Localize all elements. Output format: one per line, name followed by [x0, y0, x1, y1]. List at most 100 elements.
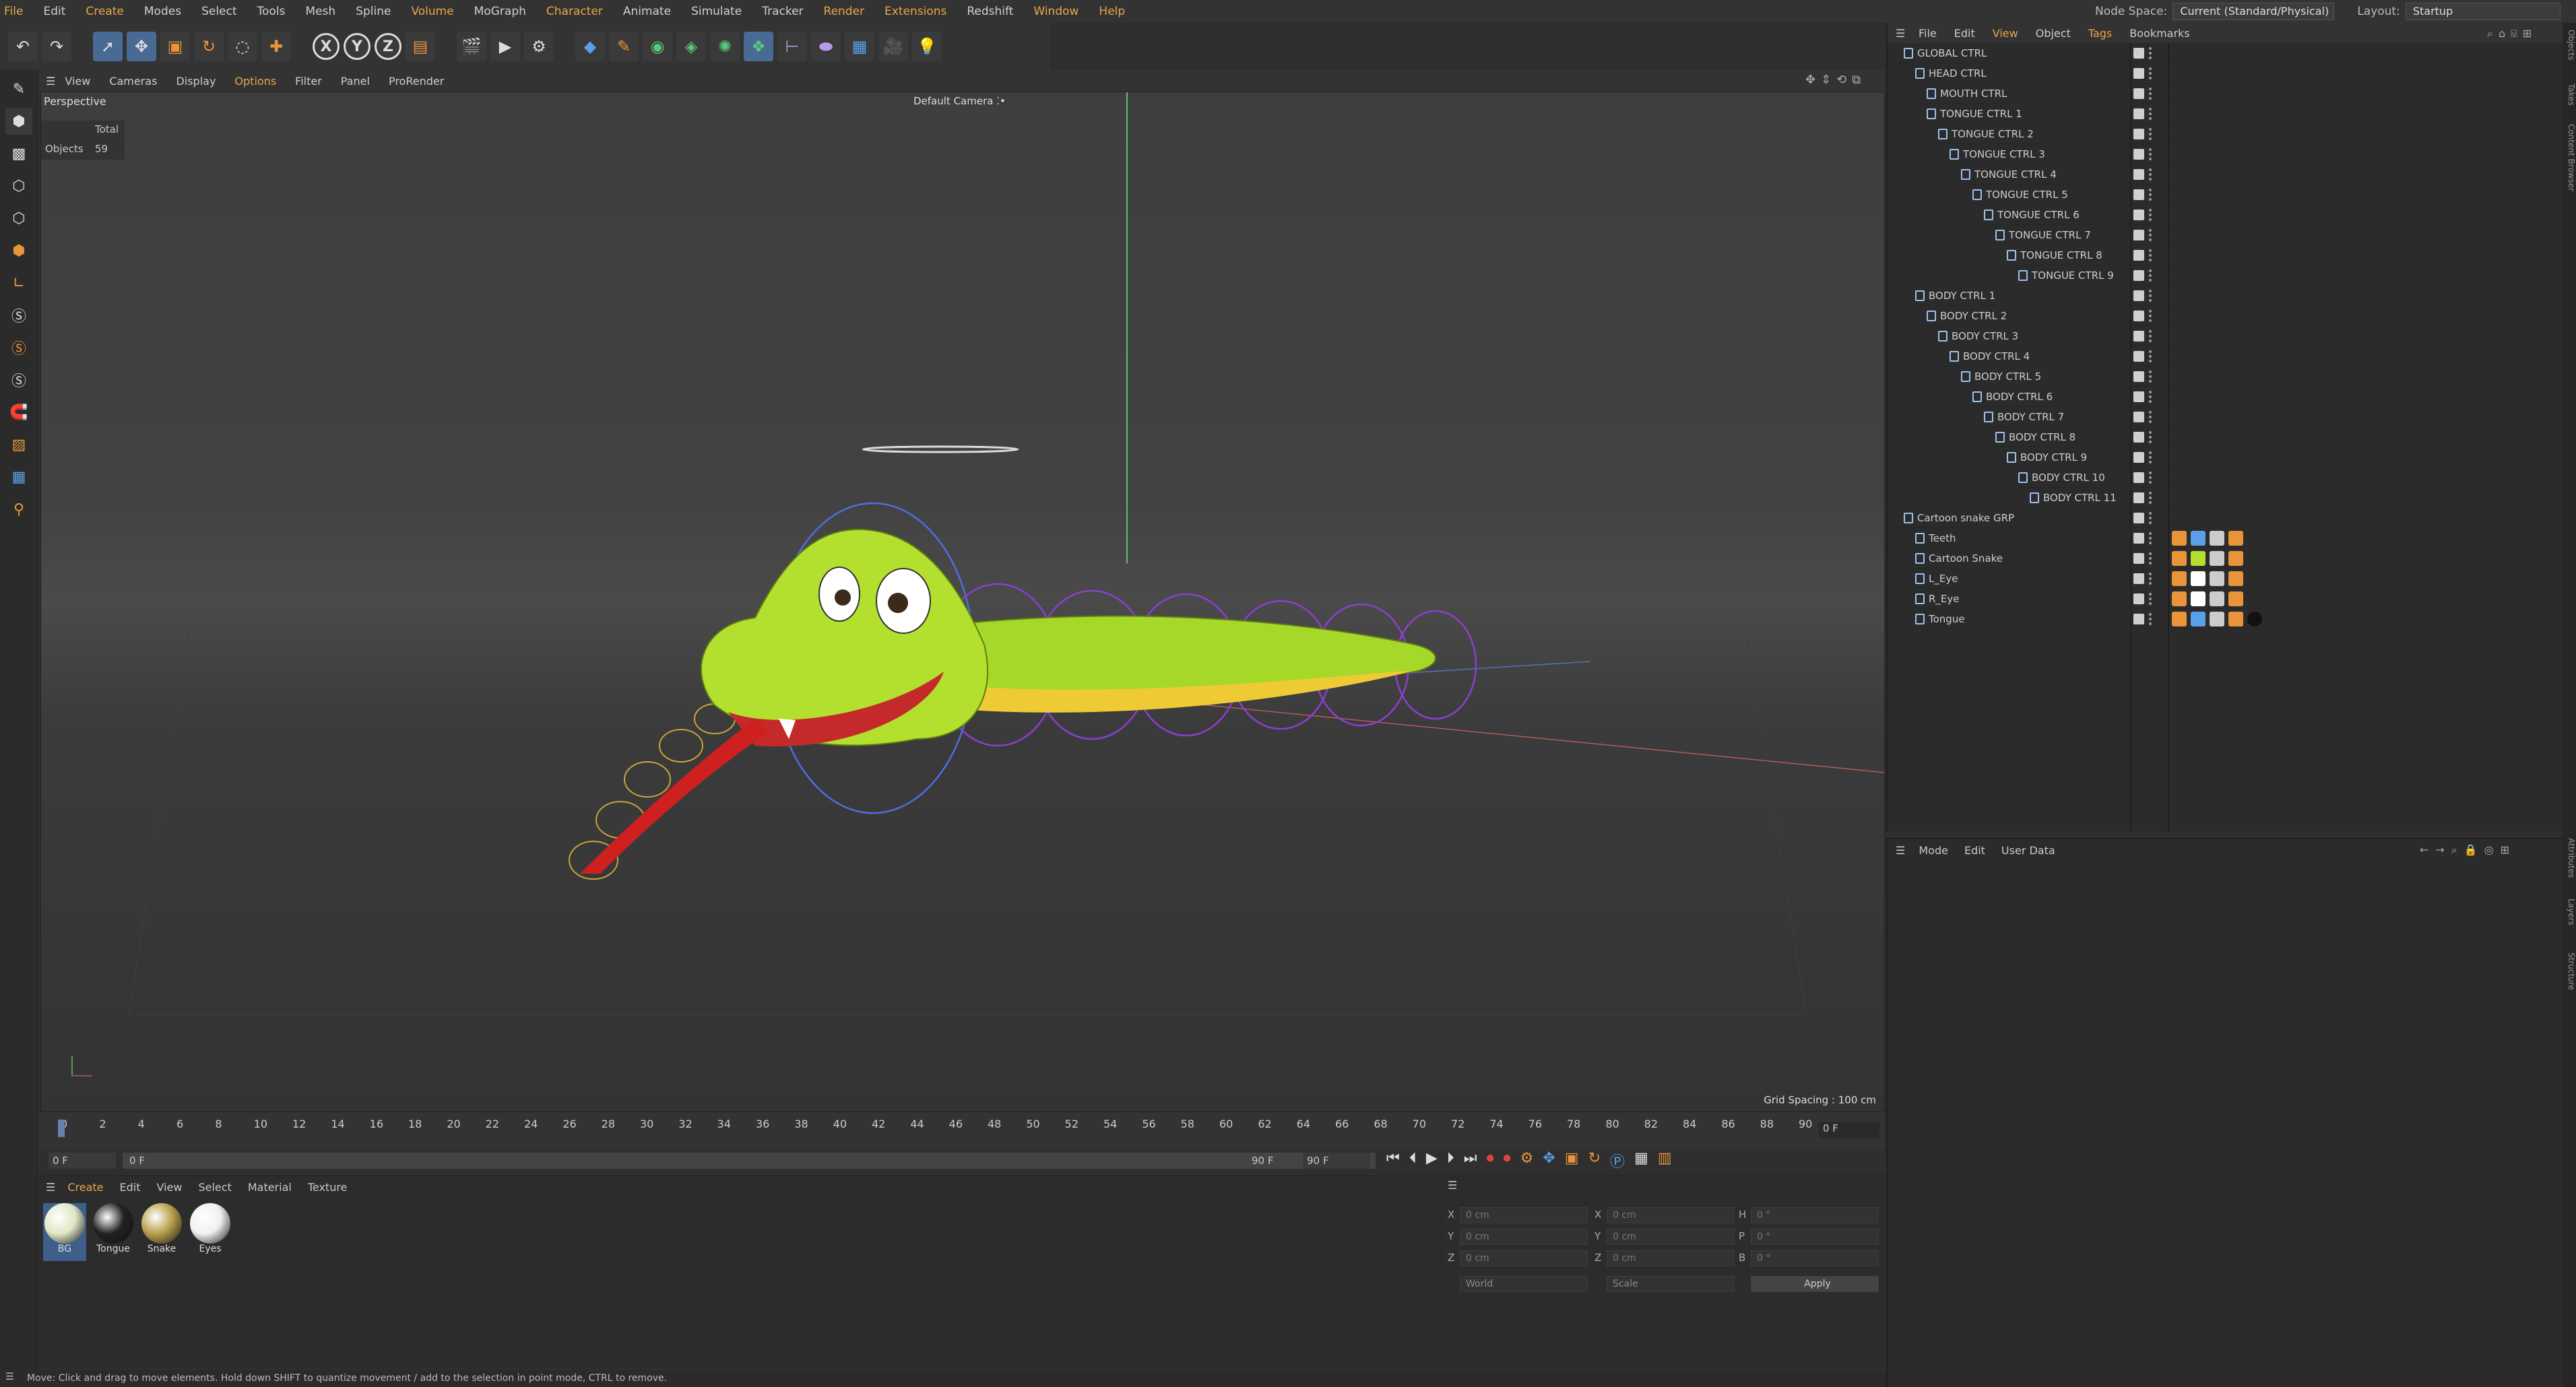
pen-spline-icon[interactable]: ✎	[609, 32, 639, 61]
render-dots-icon[interactable]	[2149, 370, 2152, 383]
object-name[interactable]: Cartoon snake GRP	[1917, 512, 2014, 524]
size-z-field[interactable]: 0 cm	[1607, 1250, 1735, 1266]
object-name[interactable]: TONGUE CTRL 5	[1986, 189, 2068, 201]
autokey-icon[interactable]: ⏺	[1504, 1150, 1511, 1171]
end-frame-field[interactable]: 90 F	[1303, 1153, 1370, 1169]
field-icon[interactable]: ⬬	[811, 32, 841, 61]
object-row[interactable]: TONGUE CTRL 6	[1888, 205, 2563, 225]
object-row[interactable]: BODY CTRL 11	[1888, 488, 2563, 508]
axis-x-button[interactable]: X	[313, 33, 340, 60]
visibility-icon[interactable]	[2133, 209, 2144, 220]
visibility-icon[interactable]	[2133, 148, 2144, 160]
points-mode-icon[interactable]: ⬡	[5, 172, 32, 199]
layout-dropdown[interactable]: Startup	[2405, 3, 2561, 20]
material-tag-icon[interactable]	[2191, 550, 2205, 566]
object-menu-view[interactable]: View	[1993, 27, 2018, 40]
visibility-icon[interactable]	[2133, 573, 2144, 584]
render-dots-icon[interactable]	[2149, 592, 2152, 605]
make-editable-icon[interactable]: ✎	[5, 75, 32, 102]
material-tag-icon[interactable]	[2210, 611, 2224, 626]
cube-icon[interactable]: ◆	[575, 32, 605, 61]
object-name[interactable]: BODY CTRL 8	[2009, 431, 2075, 443]
object-row[interactable]: TONGUE CTRL 5	[1888, 185, 2563, 205]
visibility-icon[interactable]	[2133, 512, 2144, 523]
material-tag-icon[interactable]	[2210, 591, 2224, 606]
render-dots-icon[interactable]	[2149, 87, 2152, 100]
object-menu-file[interactable]: File	[1919, 27, 1937, 40]
object-name[interactable]: BODY CTRL 10	[2032, 472, 2105, 484]
object-row[interactable]: TONGUE CTRL 7	[1888, 225, 2563, 245]
material-menu-edit[interactable]: Edit	[120, 1181, 141, 1194]
material-tag-icon[interactable]	[2210, 571, 2224, 586]
object-row[interactable]: BODY CTRL 6	[1888, 387, 2563, 407]
object-name[interactable]: BODY CTRL 5	[1974, 370, 2041, 383]
object-name[interactable]: GLOBAL CTRL	[1917, 47, 1987, 59]
side-tab-attributes[interactable]: Attributes	[2563, 838, 2576, 878]
object-row[interactable]: Tongue	[1888, 609, 2563, 629]
prev-frame-icon[interactable]: ⏴	[1409, 1150, 1417, 1171]
object-menu-tags[interactable]: Tags	[2088, 27, 2112, 40]
material-tag-icon[interactable]	[2172, 571, 2187, 586]
material-menu-view[interactable]: View	[157, 1181, 183, 1194]
rot-p-field[interactable]: 0 °	[1751, 1229, 1879, 1245]
render-dots-icon[interactable]	[2149, 329, 2152, 342]
menu-select[interactable]: Select	[201, 5, 236, 18]
material-tag-icon[interactable]	[2172, 550, 2187, 566]
menu-help[interactable]: Help	[1099, 5, 1125, 18]
render-dots-icon[interactable]	[2149, 572, 2152, 585]
render-dots-icon[interactable]	[2149, 390, 2152, 403]
key-move-icon[interactable]: ✥	[1543, 1150, 1555, 1171]
rot-b-field[interactable]: 0 °	[1751, 1250, 1879, 1266]
visibility-icon[interactable]	[2133, 67, 2144, 79]
menu-mograph[interactable]: MoGraph	[474, 5, 526, 18]
object-row[interactable]: BODY CTRL 7	[1888, 407, 2563, 427]
menu-spline[interactable]: Spline	[356, 5, 391, 18]
axis-z-button[interactable]: Z	[375, 33, 401, 60]
workplane-snap-icon[interactable]: Ⓢ	[5, 366, 32, 393]
current-frame-field[interactable]: 0 F	[1819, 1122, 1879, 1138]
cloner-icon[interactable]: ✺	[710, 32, 740, 61]
object-row[interactable]: BODY CTRL 10	[1888, 467, 2563, 488]
viewport-menu-cameras[interactable]: Cameras	[109, 75, 157, 88]
undo-icon[interactable]: ↶	[8, 32, 38, 61]
render-settings-icon[interactable]: ⚙	[524, 32, 554, 61]
visibility-icon[interactable]	[2133, 370, 2144, 382]
material-menu-material[interactable]: Material	[248, 1181, 292, 1194]
live-select-icon[interactable]: ◌	[228, 32, 257, 61]
visibility-icon[interactable]	[2133, 88, 2144, 99]
visibility-icon[interactable]	[2133, 168, 2144, 180]
render-dots-icon[interactable]	[2149, 430, 2152, 443]
select-tool-icon[interactable]: ➚	[93, 32, 123, 61]
viewport-menu-options[interactable]: Options	[234, 75, 276, 88]
material-tag-icon[interactable]	[2191, 571, 2205, 586]
object-name[interactable]: R_Eye	[1929, 593, 1960, 605]
visibility-icon[interactable]	[2133, 552, 2144, 564]
rot-h-field[interactable]: 0 °	[1751, 1207, 1879, 1223]
object-row[interactable]: GLOBAL CTRL	[1888, 43, 2563, 63]
viewport-menu-filter[interactable]: Filter	[295, 75, 322, 88]
snap-settings-icon[interactable]: Ⓢ	[5, 334, 32, 361]
visibility-icon[interactable]	[2133, 249, 2144, 261]
object-name[interactable]: BODY CTRL 6	[1986, 391, 2053, 403]
visibility-icon[interactable]	[2133, 128, 2144, 139]
viewport-menu-display[interactable]: Display	[176, 75, 216, 88]
light-icon[interactable]: 💡	[912, 32, 942, 61]
object-row[interactable]: TONGUE CTRL 4	[1888, 164, 2563, 185]
object-row[interactable]: TONGUE CTRL 8	[1888, 245, 2563, 265]
material-tag-icon[interactable]	[2247, 611, 2262, 626]
object-row[interactable]: BODY CTRL 8	[1888, 427, 2563, 447]
viewport-nav-icons[interactable]: ✥⇕⟲⧉	[1805, 73, 1866, 87]
object-name[interactable]: Teeth	[1929, 532, 1956, 544]
object-name[interactable]: HEAD CTRL	[1929, 67, 1987, 79]
material-menu-create[interactable]: Create	[67, 1181, 103, 1194]
material-tag-icon[interactable]	[2228, 591, 2243, 606]
record-icon[interactable]: ⏺	[1487, 1150, 1494, 1171]
key-pla-icon[interactable]: ▦	[1634, 1150, 1648, 1171]
object-name[interactable]: BODY CTRL 4	[1963, 350, 2030, 362]
menu-simulate[interactable]: Simulate	[691, 5, 742, 18]
keyframe-icon[interactable]: ⚙	[1520, 1150, 1534, 1171]
object-name[interactable]: TONGUE CTRL 6	[1997, 209, 2080, 221]
object-menu-edit[interactable]: Edit	[1954, 27, 1975, 40]
material-menu-select[interactable]: Select	[198, 1181, 231, 1194]
extrude-icon[interactable]: ◈	[676, 32, 706, 61]
